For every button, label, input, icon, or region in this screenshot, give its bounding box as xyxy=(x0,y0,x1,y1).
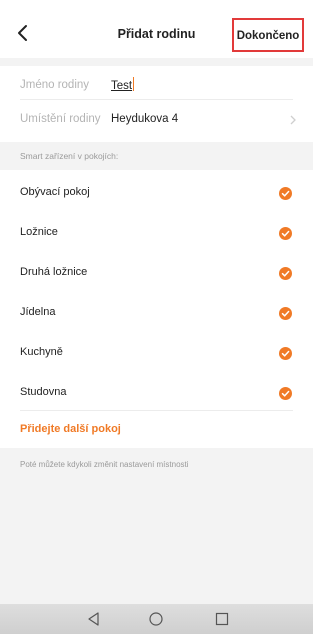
room-item[interactable]: Ložnice xyxy=(0,214,313,254)
rooms-caption: Smart zařízení v pokojích: xyxy=(20,151,119,161)
check-circle-icon[interactable] xyxy=(279,227,292,240)
footer-note: Poté můžete kdykoli změnit nastavení mís… xyxy=(20,460,189,469)
rooms-caption-strip: Smart zařízení v pokojích: xyxy=(0,142,313,170)
chevron-right-icon xyxy=(290,115,296,125)
room-item[interactable]: Studovna xyxy=(0,374,313,414)
room-label: Jídelna xyxy=(20,306,56,318)
footer-area: Poté můžete kdykoli změnit nastavení mís… xyxy=(0,448,313,604)
family-location-row[interactable]: Umístění rodiny Heydukova 4 xyxy=(0,100,313,142)
done-button-label: Dokončeno xyxy=(236,30,300,42)
room-label: Obývací pokoj xyxy=(20,186,90,198)
family-location-value: Heydukova 4 xyxy=(111,113,179,125)
done-button[interactable]: Dokončeno xyxy=(232,18,304,52)
room-label: Druhá ložnice xyxy=(20,266,88,278)
family-name-input[interactable] xyxy=(111,75,291,97)
check-circle-icon[interactable] xyxy=(279,267,292,280)
check-circle-icon[interactable] xyxy=(279,387,292,400)
check-circle-icon[interactable] xyxy=(279,187,292,200)
header-divider-strip xyxy=(0,58,313,66)
circle-home-icon[interactable] xyxy=(148,611,164,627)
text-caret xyxy=(133,77,134,91)
room-item[interactable]: Jídelna xyxy=(0,294,313,334)
square-recents-icon[interactable] xyxy=(214,611,230,627)
family-location-label: Umístění rodiny xyxy=(20,113,101,125)
room-label: Ložnice xyxy=(20,226,58,238)
back-chevron-icon[interactable] xyxy=(14,22,32,44)
add-room-button[interactable]: Přidejte další pokoj xyxy=(20,423,121,435)
header-bar: Přidat rodinu Dokončeno xyxy=(0,0,313,58)
room-item[interactable]: Druhá ložnice xyxy=(0,254,313,294)
room-label: Kuchyně xyxy=(20,346,63,358)
family-name-label: Jméno rodiny xyxy=(20,79,90,91)
room-item[interactable]: Kuchyně xyxy=(0,334,313,374)
room-label: Studovna xyxy=(20,386,67,398)
triangle-back-icon[interactable] xyxy=(86,611,102,627)
rooms-divider xyxy=(20,410,293,411)
check-circle-icon[interactable] xyxy=(279,307,292,320)
check-circle-icon[interactable] xyxy=(279,347,292,360)
room-item[interactable]: Obývací pokoj xyxy=(0,174,313,214)
system-nav-bar xyxy=(0,604,313,634)
